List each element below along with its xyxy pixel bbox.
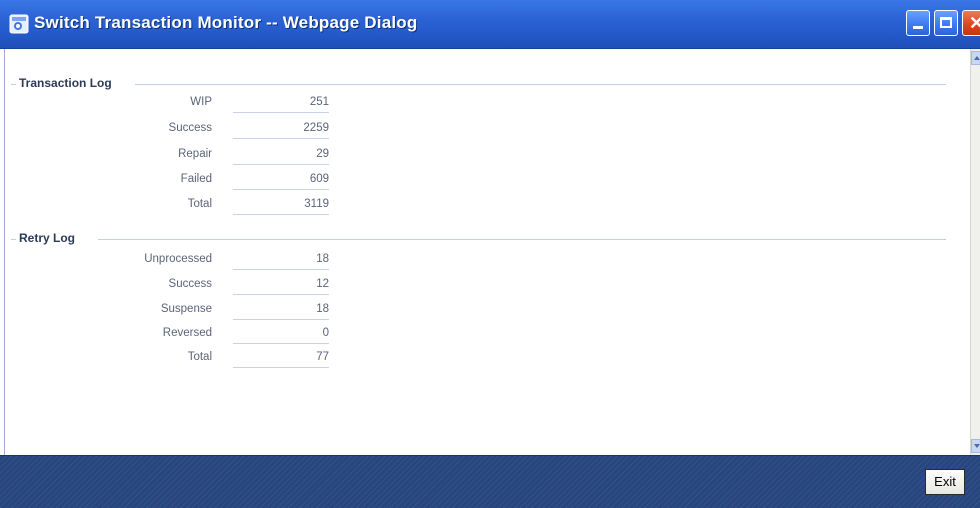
- dialog-footer: Exit: [0, 455, 980, 508]
- transaction-log-header: Transaction Log: [11, 76, 946, 92]
- field-label: Success: [168, 278, 212, 290]
- field-value: 2259: [233, 120, 329, 139]
- maximize-icon: [940, 17, 952, 28]
- exit-button[interactable]: Exit: [925, 469, 965, 495]
- field-value: 77: [233, 349, 329, 368]
- field-value: 251: [233, 94, 329, 113]
- window-title: Switch Transaction Monitor -- Webpage Di…: [34, 13, 418, 32]
- retry-log-title: Retry Log: [19, 231, 76, 245]
- field-label: Reversed: [162, 327, 212, 339]
- field-value: 29: [233, 146, 329, 165]
- title-bar[interactable]: Switch Transaction Monitor -- Webpage Di…: [0, 0, 980, 49]
- field-label: Total: [187, 351, 212, 363]
- section-divider: [135, 84, 946, 85]
- vertical-scrollbar[interactable]: [970, 49, 980, 455]
- minimize-icon: [913, 26, 923, 29]
- field-value: 3119: [233, 196, 329, 215]
- maximize-button[interactable]: [934, 10, 958, 36]
- dialog-content: Transaction Log WIP 251 Success 2259 Rep…: [4, 49, 975, 455]
- minimize-button[interactable]: [906, 10, 930, 36]
- scroll-up-arrow-icon[interactable]: [971, 51, 980, 65]
- dialog-window: Switch Transaction Monitor -- Webpage Di…: [0, 0, 980, 508]
- section-divider: [11, 84, 16, 85]
- field-value: 609: [233, 171, 329, 190]
- section-divider: [11, 239, 16, 240]
- field-value: 12: [233, 276, 329, 295]
- field-label: Repair: [178, 148, 212, 160]
- scroll-down-arrow-icon[interactable]: [971, 439, 980, 453]
- field-label: Failed: [180, 173, 212, 185]
- close-button[interactable]: ✕: [962, 10, 980, 36]
- field-label: Success: [168, 122, 212, 134]
- retry-log-header: Retry Log: [11, 231, 946, 247]
- field-label: WIP: [190, 96, 212, 108]
- field-label: Suspense: [160, 303, 212, 315]
- field-label: Total: [187, 198, 212, 210]
- field-label: Unprocessed: [144, 253, 212, 265]
- ie-page-icon: [9, 14, 29, 34]
- section-divider: [98, 239, 946, 240]
- field-value: 0: [233, 325, 329, 344]
- field-value: 18: [233, 301, 329, 320]
- close-icon: ✕: [969, 13, 980, 33]
- transaction-log-title: Transaction Log: [19, 76, 112, 90]
- field-value: 18: [233, 251, 329, 270]
